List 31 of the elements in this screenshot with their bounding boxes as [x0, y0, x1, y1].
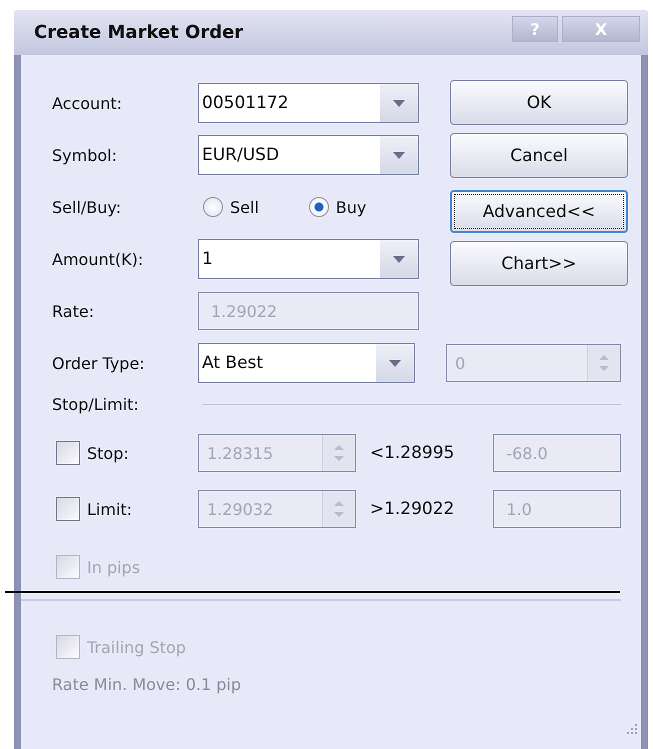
- dropdown-arrow-icon: [393, 152, 405, 158]
- field-label: Order Type:: [52, 354, 146, 372]
- account-dropdown[interactable]: 00501172: [198, 83, 419, 123]
- spin-arrows-icon: [334, 498, 344, 520]
- amount-dropdown[interactable]: 1: [198, 239, 419, 279]
- checkbox-option[interactable]: Limit:: [52, 497, 198, 521]
- symbol-dropdown[interactable]: EUR/USD: [198, 135, 419, 175]
- bound-value: >1.29022: [368, 499, 456, 519]
- radio-option[interactable]: Sell: [198, 197, 309, 217]
- dropdown-arrow-icon: [393, 256, 405, 262]
- checkbox-option[interactable]: Stop:: [52, 441, 198, 465]
- field-label: Sell/Buy:: [52, 198, 122, 216]
- dialog-button[interactable]: Chart>>: [450, 241, 628, 286]
- resize-grip-icon: [626, 723, 638, 735]
- dropdown-arrow-icon: [393, 100, 405, 106]
- dialog-button[interactable]: Cancel: [450, 133, 628, 178]
- dialog-button[interactable]: Advanced<<: [450, 190, 628, 233]
- field-label: Account:: [52, 94, 123, 112]
- field-label: Symbol:: [52, 146, 118, 164]
- radio-option[interactable]: Buy: [308, 197, 419, 217]
- dialog-button[interactable]: OK: [450, 80, 628, 125]
- field-label: Rate:: [52, 302, 96, 320]
- order-type-dropdown[interactable]: At Best: [198, 343, 416, 383]
- min-move-text: Rate Min. Move: 0.1 pip: [52, 675, 242, 694]
- window-title: Create Market Order: [34, 22, 244, 43]
- bound-value: <1.28995: [368, 443, 456, 463]
- spin-arrows-icon: [334, 442, 344, 464]
- field-label: Amount(K):: [52, 250, 144, 268]
- dropdown-arrow-icon: [389, 360, 402, 366]
- spin-arrows-icon: [599, 352, 609, 374]
- section-label: Stop/Limit:: [52, 394, 140, 414]
